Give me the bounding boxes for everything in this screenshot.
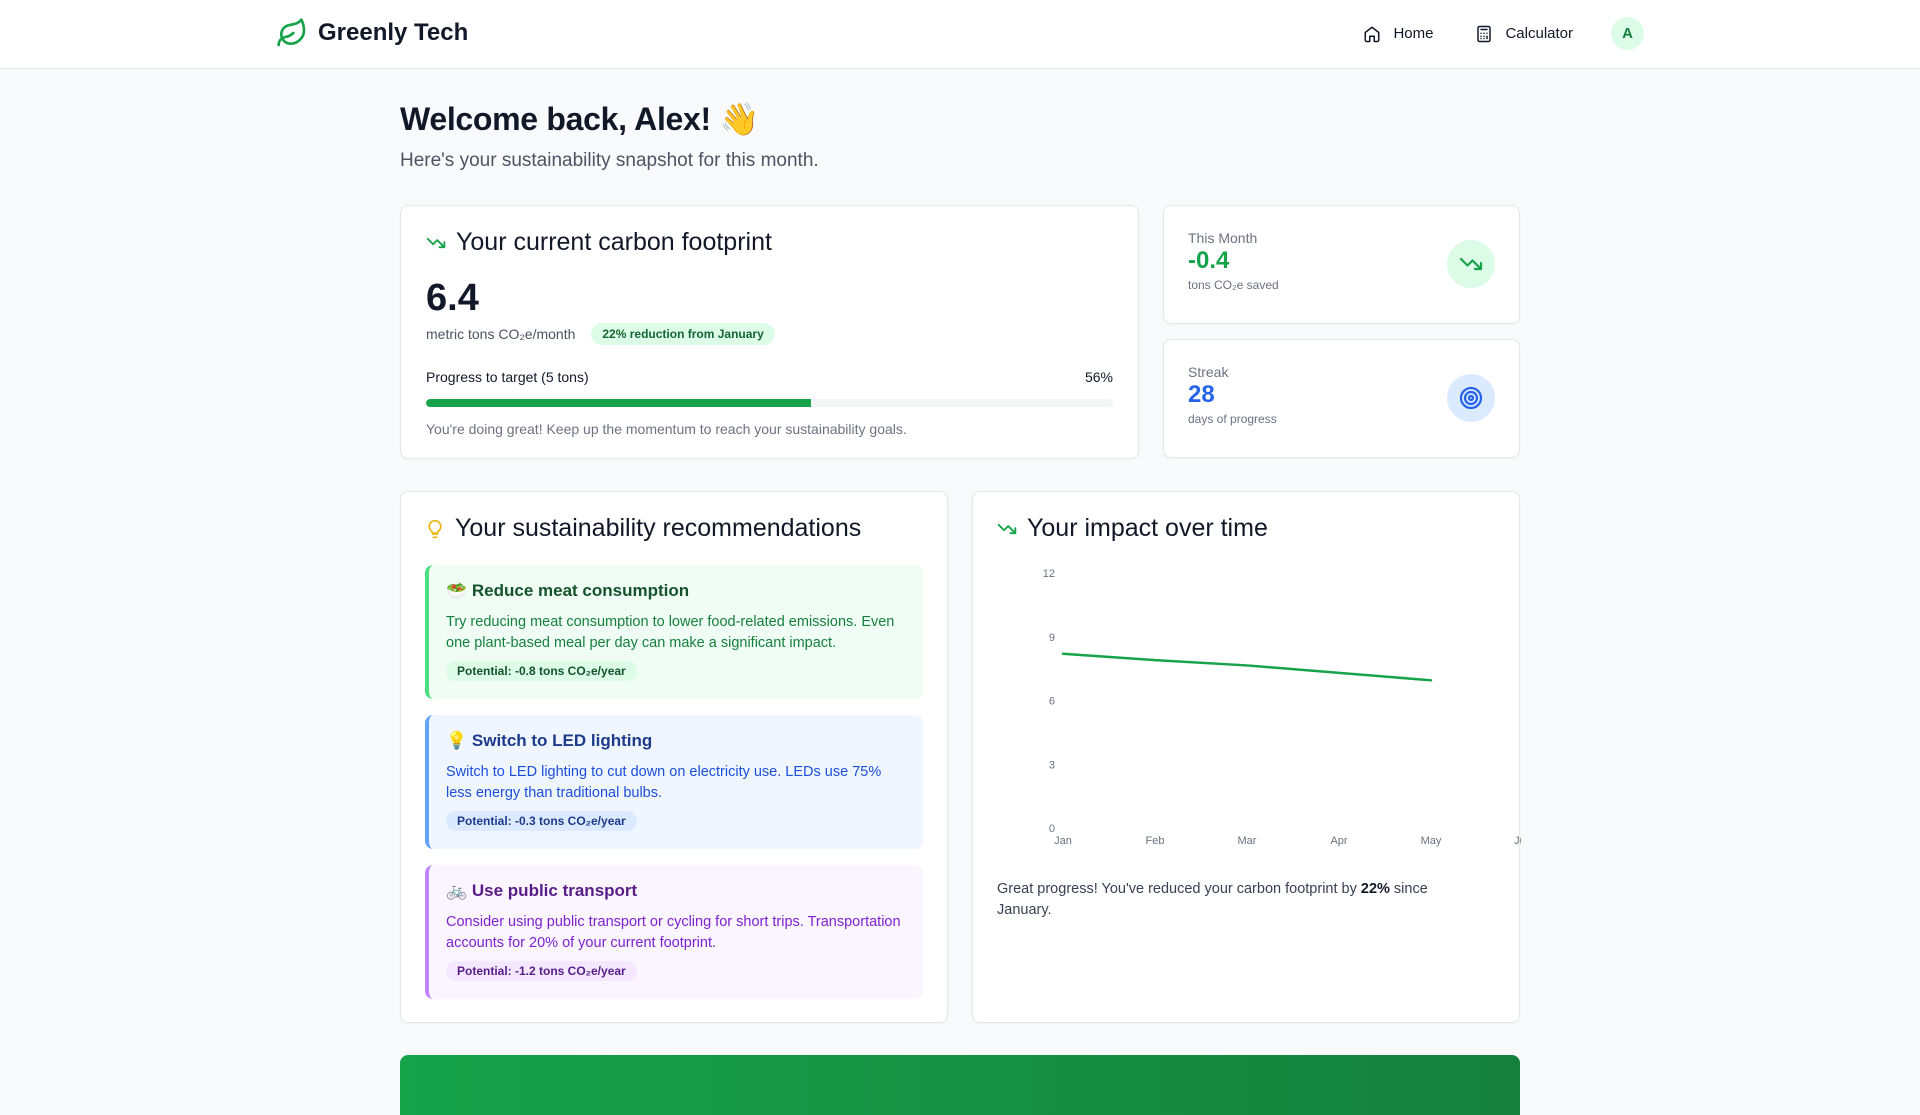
stat-icon-badge (1447, 374, 1495, 422)
recommendation-item[interactable]: 🚲 Use public transport Consider using pu… (425, 865, 923, 999)
impact-note: Great progress! You've reduced your carb… (997, 879, 1477, 920)
recommendation-text: Try reducing meat consumption to lower f… (446, 614, 895, 651)
target-icon (1459, 386, 1483, 410)
progress-percent: 56% (1084, 369, 1113, 385)
impact-note-prefix: Great progress! You've reduced your carb… (997, 881, 1361, 897)
recommendation-item[interactable]: 💡 Switch to LED lighting Switch to LED l… (425, 715, 923, 849)
nav-home[interactable]: Home (1351, 19, 1445, 49)
recommendations-card: Your sustainability recommendations 🥗 Re… (400, 491, 948, 1023)
top-navbar: Greenly Tech Home Calculator A (0, 0, 1920, 69)
footprint-unit: metric tons CO₂e/month (426, 326, 576, 342)
user-avatar[interactable]: A (1611, 17, 1644, 50)
potential-badge: Potential: -1.2 tons CO₂e/year (446, 961, 637, 982)
stat-icon-badge (1447, 240, 1495, 288)
x-tick-label: Mar (1238, 835, 1257, 847)
potential-badge: Potential: -0.3 tons CO₂e/year (446, 811, 637, 832)
brand-name: Greenly Tech (318, 19, 469, 46)
progress-bar (426, 399, 1113, 407)
recommendation-item[interactable]: 🥗 Reduce meat consumption Try reducing m… (425, 565, 923, 699)
potential-badge: Potential: -0.8 tons CO₂e/year (446, 661, 637, 682)
stat-card-streak: Streak 28 days of progress (1163, 339, 1520, 458)
trending-down-icon (426, 237, 446, 248)
cta-banner (400, 1055, 1520, 1115)
stat-label: This Month (1188, 230, 1258, 246)
nav-calculator-label: Calculator (1505, 25, 1573, 42)
calculator-icon (1477, 25, 1492, 42)
recommendation-title: 🥗 Reduce meat consumption (446, 581, 690, 600)
series-line (1061, 652, 1433, 682)
page-title: Welcome back, Alex! 👋 (400, 101, 760, 137)
footprint-title-text: Your current carbon footprint (456, 228, 772, 256)
footprint-card-title: Your current carbon footprint (426, 228, 1113, 257)
recommendation-title: 🚲 Use public transport (446, 881, 638, 900)
trending-down-icon (1459, 257, 1483, 271)
y-tick-label: 6 (1049, 696, 1055, 708)
reduction-badge: 22% reduction from January (591, 323, 775, 345)
x-tick-label: Jun (1514, 835, 1521, 847)
home-icon (1364, 26, 1380, 42)
progress-bar-fill (426, 399, 811, 407)
page-subtitle: Here's your sustainability snapshot for … (400, 150, 819, 171)
recommendations-title: Your sustainability recommendations (425, 514, 923, 543)
recommendation-text: Switch to LED lighting to cut down on el… (446, 764, 882, 801)
leaf-icon (277, 18, 306, 47)
welcome-section: Welcome back, Alex! 👋 Here's your sustai… (400, 100, 819, 172)
impact-line-chart: 0 3 6 9 12 Jan Feb Mar Apr May Jun (1043, 568, 1521, 847)
impact-note-bold: 22% (1360, 881, 1390, 897)
main-nav: Home Calculator A (1351, 17, 1644, 50)
x-tick-label: May (1421, 835, 1442, 847)
progress-label: Progress to target (5 tons) (426, 369, 589, 385)
recommendations-title-text: Your sustainability recommendations (455, 514, 862, 542)
y-tick-label: 0 (1049, 823, 1055, 835)
nav-calculator[interactable]: Calculator (1463, 19, 1585, 49)
y-tick-label: 9 (1049, 632, 1055, 644)
x-tick-label: Apr (1330, 835, 1347, 847)
stat-label: Streak (1188, 364, 1229, 380)
brand[interactable]: Greenly Tech (276, 17, 468, 49)
stat-card-this-month: This Month -0.4 tons CO₂e saved (1163, 205, 1520, 324)
stat-subtext: tons CO₂e saved (1188, 278, 1279, 293)
x-tick-label: Jan (1054, 835, 1072, 847)
nav-home-label: Home (1393, 25, 1434, 42)
y-tick-label: 12 (1043, 568, 1055, 580)
y-tick-label: 3 (1049, 759, 1055, 771)
recommendation-text: Consider using public transport or cycli… (446, 914, 901, 951)
impact-chart-card: Your impact over time 0 3 6 9 12 Jan Feb Mar Apr… (972, 491, 1521, 1023)
carbon-footprint-card: Your current carbon footprint 6.4 metric… (400, 205, 1139, 459)
x-tick-label: Feb (1146, 835, 1165, 847)
stat-subtext: days of progress (1188, 412, 1277, 427)
footprint-value: 6.4 (426, 277, 479, 319)
recommendation-title: 💡 Switch to LED lighting (446, 731, 653, 750)
footprint-note: You're doing great! Keep up the momentum… (426, 421, 907, 437)
lightbulb-icon (428, 519, 442, 538)
